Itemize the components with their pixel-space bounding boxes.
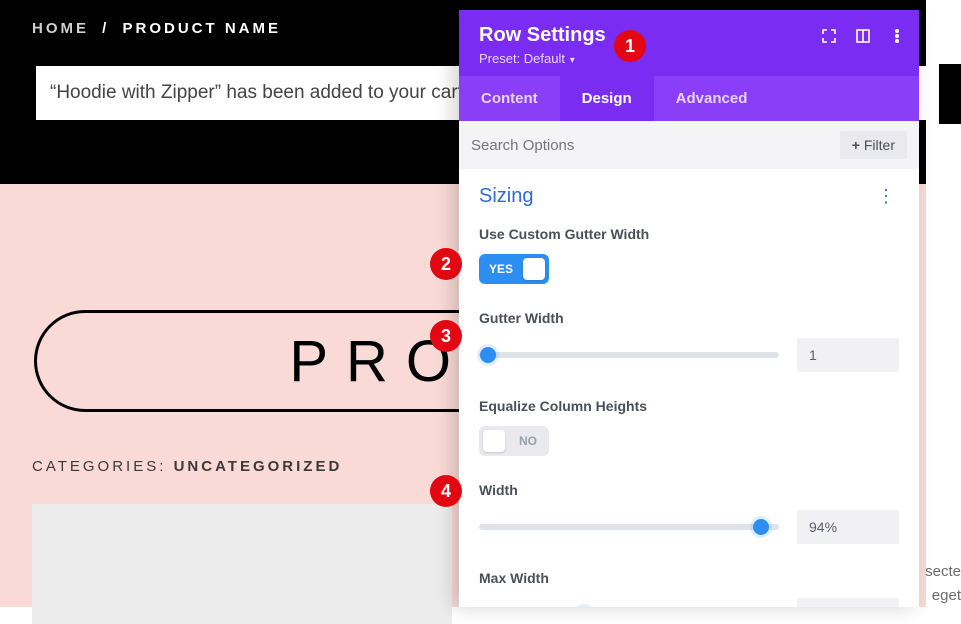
label-gutter-width: Gutter Width xyxy=(479,310,899,326)
toggle-custom-gutter[interactable]: YES xyxy=(479,254,549,284)
chevron-down-icon: ▾ xyxy=(567,55,575,66)
cart-button-partial[interactable] xyxy=(939,64,961,124)
categories-line: CATEGORIES: UNCATEGORIZED xyxy=(32,458,342,475)
annotation-badge-1: 1 xyxy=(614,30,646,62)
categories-value[interactable]: UNCATEGORIZED xyxy=(174,458,343,475)
tab-bar: Content Design Advanced xyxy=(459,76,919,121)
toggle-equalize[interactable]: NO xyxy=(479,426,549,456)
label-equalize: Equalize Column Heights xyxy=(479,398,899,414)
value-gutter-width[interactable]: 1 xyxy=(797,338,899,372)
more-icon[interactable] xyxy=(885,24,909,48)
slider-thumb[interactable] xyxy=(480,347,496,363)
search-input[interactable] xyxy=(471,137,840,154)
breadcrumb: HOME / PRODUCT NAME xyxy=(32,20,281,37)
filter-button[interactable]: +Filter xyxy=(840,131,907,159)
annotation-badge-4: 4 xyxy=(430,475,462,507)
section-sizing-title[interactable]: Sizing xyxy=(479,185,533,208)
slider-width[interactable] xyxy=(479,524,779,530)
section-menu-icon[interactable]: ⋮ xyxy=(873,186,899,207)
breadcrumb-home[interactable]: HOME xyxy=(32,20,89,37)
value-max-width[interactable]: 1080px xyxy=(797,598,899,607)
search-bar: +Filter xyxy=(459,121,919,169)
row-settings-panel: Row Settings Preset: Default ▾ Content D… xyxy=(459,10,919,607)
label-custom-gutter: Use Custom Gutter Width xyxy=(479,226,899,242)
toggle-knob xyxy=(483,430,505,452)
expand-icon[interactable] xyxy=(817,24,841,48)
breadcrumb-product: PRODUCT NAME xyxy=(123,20,282,37)
columns-icon[interactable] xyxy=(851,24,875,48)
annotation-badge-2: 2 xyxy=(430,248,462,280)
annotation-badge-3: 3 xyxy=(430,320,462,352)
product-image-placeholder xyxy=(32,504,452,624)
label-max-width: Max Width xyxy=(479,570,899,586)
background-lorem: secte eget xyxy=(925,560,961,608)
categories-label: CATEGORIES: xyxy=(32,458,166,475)
tab-advanced[interactable]: Advanced xyxy=(654,76,770,121)
plus-icon: + xyxy=(852,137,860,153)
slider-gutter-width[interactable] xyxy=(479,352,779,358)
value-width[interactable]: 94% xyxy=(797,510,899,544)
label-width: Width xyxy=(479,482,899,498)
preset-dropdown[interactable]: Preset: Default ▾ xyxy=(479,51,903,66)
toggle-knob xyxy=(523,258,545,280)
cart-notice-text: “Hoodie with Zipper” has been added to y… xyxy=(50,82,468,104)
tab-content[interactable]: Content xyxy=(459,76,560,121)
slider-thumb[interactable] xyxy=(753,519,769,535)
breadcrumb-sep: / xyxy=(102,20,109,37)
tab-design[interactable]: Design xyxy=(560,76,654,121)
panel-header: Row Settings Preset: Default ▾ xyxy=(459,10,919,76)
